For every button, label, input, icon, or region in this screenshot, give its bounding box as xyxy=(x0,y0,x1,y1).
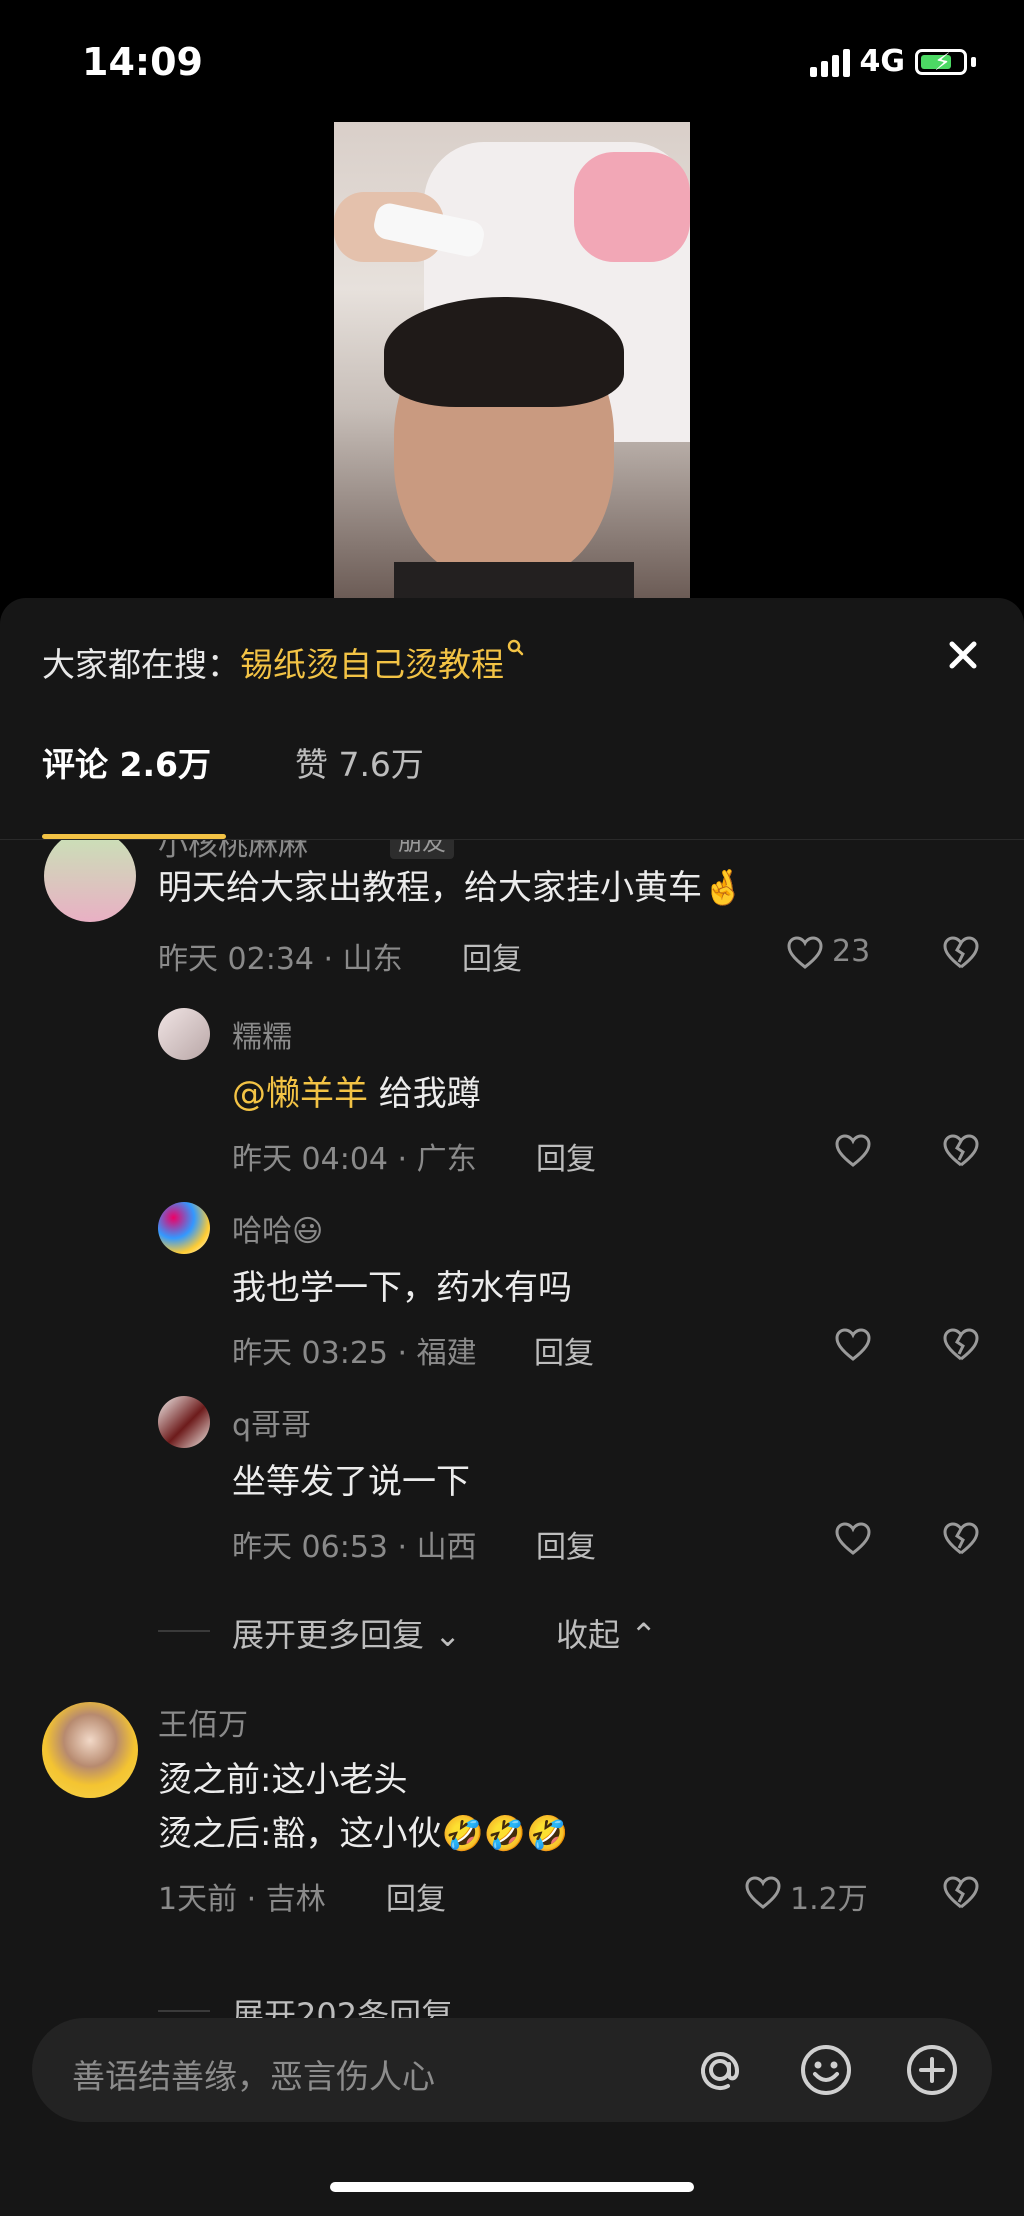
comment-text: 明天给大家出教程，给大家挂小黄车🤞 xyxy=(158,868,745,908)
comment-text-line1: 烫之前:这小老头 xyxy=(158,1760,408,1800)
dislike-icon[interactable] xyxy=(942,1520,980,1558)
emoji-icon[interactable] xyxy=(798,2042,854,2098)
comment-input-bar[interactable]: 善语结善缘，恶言伤人心 xyxy=(32,2018,992,2122)
search-keyword[interactable]: 锡纸烫自己烫教程 xyxy=(240,645,504,684)
expand-replies[interactable]: 展开202条回复 ⌄ xyxy=(232,1990,490,2018)
avatar[interactable] xyxy=(44,840,136,922)
chevron-down-icon: ⌄ xyxy=(453,1996,491,2018)
reply-text: 坐等发了说一下 xyxy=(232,1462,470,1502)
close-icon[interactable] xyxy=(938,630,988,680)
mention-link[interactable]: @懒羊羊 xyxy=(232,1074,368,1114)
reply-meta: 昨天 06:53 · 山西 xyxy=(232,1530,477,1565)
comment-text-line2: 烫之后:豁，这小伙🤣🤣🤣 xyxy=(158,1814,569,1854)
dislike-icon[interactable] xyxy=(942,934,980,972)
reply-meta: 昨天 03:25 · 福建 xyxy=(232,1336,477,1371)
at-mention-icon[interactable] xyxy=(692,2042,748,2098)
search-suggestion[interactable]: 大家都在搜：锡纸烫自己烫教程 xyxy=(42,638,526,686)
comment-username[interactable]: 王佰万 xyxy=(158,1700,248,1744)
dislike-icon[interactable] xyxy=(942,1326,980,1364)
tab-comments[interactable]: 评论 2.6万 xyxy=(42,738,211,786)
dislike-icon[interactable] xyxy=(942,1132,980,1170)
expand-more-replies[interactable]: 展开更多回复 ⌄ xyxy=(232,1610,461,1656)
comment-sheet: 大家都在搜：锡纸烫自己烫教程 评论 2.6万 赞 7.6万 小核桃麻麻 朋友 明… xyxy=(0,598,1024,2216)
search-prefix: 大家都在搜： xyxy=(42,645,240,684)
reply-button[interactable]: 回复 xyxy=(536,1522,596,1566)
add-icon[interactable] xyxy=(904,2042,960,2098)
heart-icon[interactable] xyxy=(834,1132,872,1170)
like-count: 1.2万 xyxy=(790,1882,868,1917)
home-indicator[interactable] xyxy=(330,2182,694,2192)
reply-text: @懒羊羊 给我蹲 xyxy=(232,1074,481,1114)
tab-likes[interactable]: 赞 7.6万 xyxy=(295,738,424,786)
comment-list[interactable]: 小核桃麻麻 朋友 明天给大家出教程，给大家挂小黄车🤞 昨天 02:34 · 山东… xyxy=(0,840,1024,2018)
friend-badge: 朋友 xyxy=(390,840,454,859)
status-time: 14:09 xyxy=(82,40,203,84)
reply-button[interactable]: 回复 xyxy=(536,1134,596,1178)
search-icon xyxy=(507,639,524,656)
avatar[interactable] xyxy=(158,1008,210,1060)
like-count: 23 xyxy=(832,934,871,969)
chevron-down-icon: ⌄ xyxy=(424,1616,461,1654)
heart-icon[interactable] xyxy=(786,934,824,972)
status-indicators: 4G ⚡ xyxy=(809,44,976,79)
heart-icon[interactable] xyxy=(834,1326,872,1364)
avatar[interactable] xyxy=(42,1702,138,1798)
chevron-up-icon: ⌃ xyxy=(620,1616,657,1654)
avatar[interactable] xyxy=(158,1202,210,1254)
reply-button[interactable]: 回复 xyxy=(534,1328,594,1372)
reply-button[interactable]: 回复 xyxy=(386,1874,446,1918)
reply-username[interactable]: 哈哈😃 xyxy=(232,1206,323,1250)
dislike-icon[interactable] xyxy=(942,1874,980,1912)
divider xyxy=(158,2010,210,2012)
divider xyxy=(158,1630,210,1632)
comment-meta: 1天前 · 吉林 xyxy=(158,1882,326,1917)
network-label: 4G xyxy=(859,44,906,79)
comment-input[interactable]: 善语结善缘，恶言伤人心 xyxy=(72,2050,435,2098)
signal-icon xyxy=(809,47,850,77)
heart-icon[interactable] xyxy=(834,1520,872,1558)
tab-bar: 评论 2.6万 赞 7.6万 xyxy=(42,738,424,786)
reply-button[interactable]: 回复 xyxy=(462,934,522,978)
reply-username[interactable]: 糯糯 xyxy=(232,1012,292,1056)
reply-text: 我也学一下，药水有吗 xyxy=(232,1268,572,1308)
comment-meta: 昨天 02:34 · 山东 xyxy=(158,942,403,977)
reply-meta: 昨天 04:04 · 广东 xyxy=(232,1142,477,1177)
battery-icon: ⚡ xyxy=(915,48,967,76)
video-preview[interactable] xyxy=(334,122,690,600)
reply-username[interactable]: q哥哥 xyxy=(232,1400,311,1444)
avatar[interactable] xyxy=(158,1396,210,1448)
collapse-replies[interactable]: 收起 ⌃ xyxy=(556,1610,657,1656)
heart-icon[interactable] xyxy=(744,1874,782,1912)
